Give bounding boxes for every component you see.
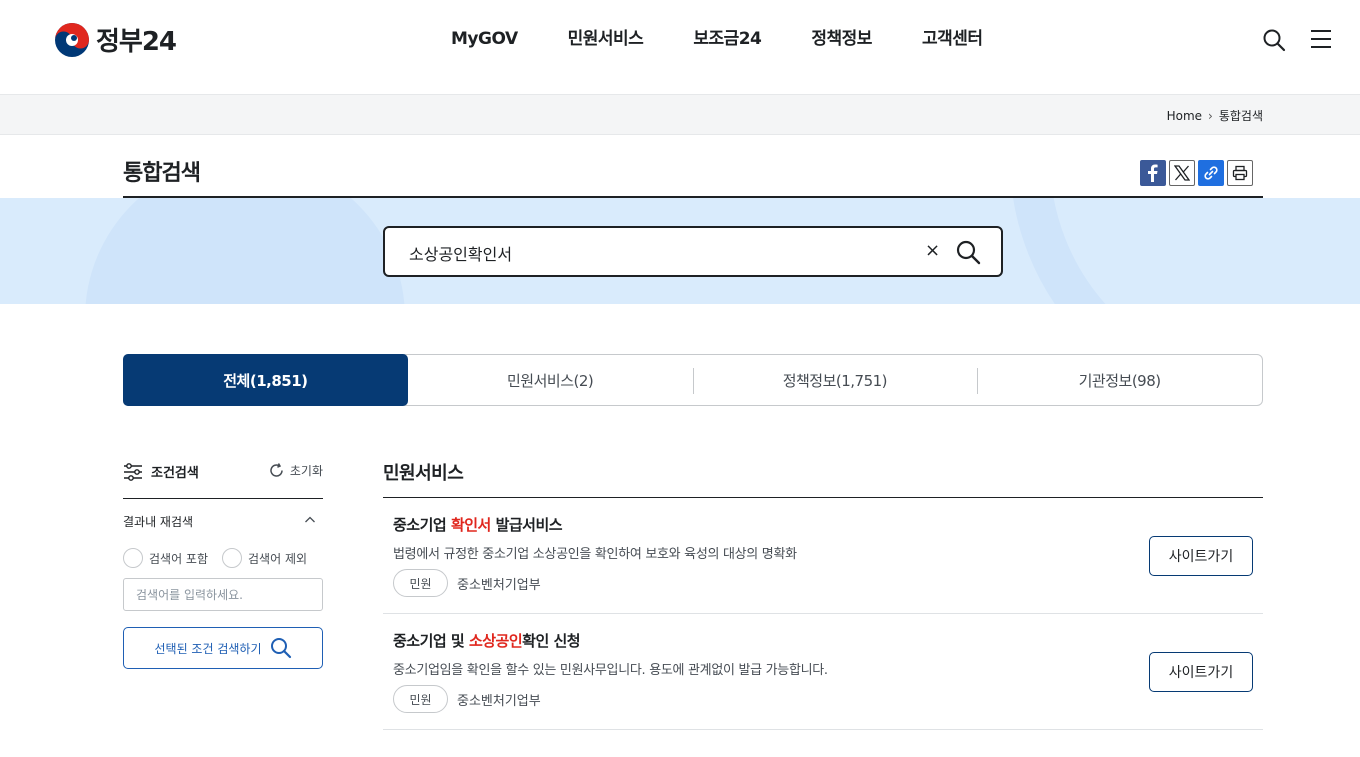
result-tabs: 전체(1,851) 민원서비스(2) 정책정보(1,751) 기관정보(98) <box>123 354 1263 406</box>
breadcrumb: Home › 통합검색 <box>1167 107 1263 124</box>
result-item: 중소기업 확인서 발급서비스 법령에서 규정한 중소기업 소상공인을 확인하여 … <box>383 498 1263 614</box>
facebook-icon <box>1148 164 1158 182</box>
facebook-share-button[interactable] <box>1140 160 1166 186</box>
page-title: 통합검색 <box>123 161 201 186</box>
x-share-button[interactable] <box>1169 160 1195 186</box>
copy-link-button[interactable] <box>1198 160 1224 186</box>
nav-mygov[interactable]: MyGOV <box>451 26 518 52</box>
search-input[interactable]: 소상공인확인서 <box>409 241 512 265</box>
print-button[interactable] <box>1227 160 1253 186</box>
tab-agency-info[interactable]: 기관정보(98) <box>977 355 1262 405</box>
condition-search-button[interactable]: 선택된 조건 검색하기 <box>123 627 323 669</box>
refresh-icon <box>270 463 283 477</box>
site-logo[interactable]: 정부24 <box>54 21 177 58</box>
refine-keyword-input[interactable] <box>123 578 323 611</box>
taegeuk-logo-icon <box>55 22 89 57</box>
visit-site-button[interactable]: 사이트가기 <box>1149 652 1253 692</box>
agency-name: 중소벤처기업부 <box>457 693 541 709</box>
search-box[interactable]: 소상공인확인서 × <box>383 226 1003 277</box>
refine-search-label: 결과내 재검색 <box>123 515 194 529</box>
chevron-right-icon: › <box>1208 108 1213 123</box>
agency-name: 중소벤처기업부 <box>457 577 541 593</box>
x-icon <box>1174 165 1190 181</box>
search-icon <box>270 638 291 659</box>
main-nav: MyGOV 민원서비스 보조금24 정책정보 고객센터 <box>451 26 1033 52</box>
menu-icon[interactable] <box>1310 28 1332 50</box>
include-keyword-radio[interactable]: 검색어 포함 <box>123 548 208 568</box>
nav-civil-service[interactable]: 민원서비스 <box>568 26 644 52</box>
filter-header: 조건검색 초기화 <box>123 462 323 499</box>
result-meta: 민원 중소벤처기업부 <box>393 569 541 597</box>
category-badge: 민원 <box>393 685 448 713</box>
tab-civil-service[interactable]: 민원서비스(2) <box>408 355 693 405</box>
exclude-keyword-radio[interactable]: 검색어 제외 <box>222 548 307 568</box>
search-icon[interactable] <box>1262 28 1286 52</box>
search-submit-icon[interactable] <box>955 239 981 265</box>
tab-all[interactable]: 전체(1,851) <box>123 354 408 406</box>
filter-title: 조건검색 <box>123 462 199 481</box>
chevron-up-icon[interactable] <box>304 514 316 526</box>
breadcrumb-current: 통합검색 <box>1218 109 1263 123</box>
result-title[interactable]: 중소기업 확인서 발급서비스 <box>393 514 563 535</box>
breadcrumb-bar: Home › 통합검색 <box>0 95 1360 135</box>
category-badge: 민원 <box>393 569 448 597</box>
result-description: 중소기업임을 확인을 할수 있는 민원사무입니다. 용도에 관계없이 발급 가능… <box>393 663 828 678</box>
refine-options: 검색어 포함 검색어 제외 <box>123 548 307 568</box>
results-section-title: 민원서비스 <box>383 463 464 484</box>
nav-customer-center[interactable]: 고객센터 <box>922 26 983 52</box>
result-title[interactable]: 중소기업 및 소상공인확인 신청 <box>393 630 581 651</box>
nav-subsidy24[interactable]: 보조금24 <box>693 26 762 52</box>
print-icon <box>1232 165 1248 181</box>
site-header: 정부24 MyGOV 민원서비스 보조금24 정책정보 고객센터 <box>0 0 1360 95</box>
share-toolbar <box>1140 160 1253 186</box>
breadcrumb-home[interactable]: Home <box>1167 109 1202 123</box>
logo-text: 정부24 <box>96 27 177 57</box>
reset-button[interactable]: 초기화 <box>268 462 323 479</box>
result-item: 중소기업 및 소상공인확인 신청 중소기업임을 확인을 할수 있는 민원사무입니… <box>383 614 1263 730</box>
sliders-icon <box>124 462 142 481</box>
nav-policy-info[interactable]: 정책정보 <box>811 26 872 52</box>
result-description: 법령에서 규정한 중소기업 소상공인을 확인하여 보호와 육성의 대상의 명확화 <box>393 547 797 562</box>
link-icon <box>1204 166 1218 180</box>
visit-site-button[interactable]: 사이트가기 <box>1149 536 1253 576</box>
clear-search-button[interactable]: × <box>925 240 940 261</box>
tab-policy-info[interactable]: 정책정보(1,751) <box>692 355 978 405</box>
result-meta: 민원 중소벤처기업부 <box>393 685 541 713</box>
